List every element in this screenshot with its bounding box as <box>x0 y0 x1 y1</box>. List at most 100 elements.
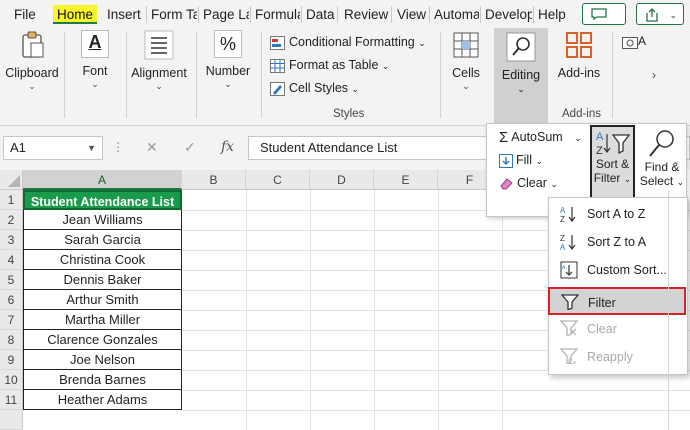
row-header[interactable]: 1 <box>0 190 23 210</box>
cells-button[interactable]: Cells ⌄ <box>446 30 486 92</box>
tab-help[interactable]: Help <box>534 5 570 24</box>
menu-item-custom-sort[interactable]: A Custom Sort... <box>549 256 687 284</box>
enter-check-icon[interactable]: ✓ <box>184 139 196 156</box>
column-header-d[interactable]: D <box>310 170 374 190</box>
addins-button[interactable]: Add-ins <box>554 30 604 80</box>
find-select-button[interactable]: Find & Select ⌄ <box>639 128 685 189</box>
tab-insert[interactable]: Insert <box>103 5 145 24</box>
clear-button[interactable]: Clear ⌄ <box>499 173 558 193</box>
table-cell[interactable]: Sarah Garcia <box>23 230 182 250</box>
tab-view[interactable]: View <box>393 5 430 24</box>
table-cell[interactable]: Jean Williams <box>23 210 182 230</box>
sort-z-a-icon: ZA <box>560 233 582 251</box>
tab-form-tab[interactable]: Form Ta <box>147 5 197 24</box>
column-header-c[interactable]: C <box>246 170 310 190</box>
more-button[interactable]: A <box>622 34 646 49</box>
chevron-down-icon: ⌄ <box>550 179 558 189</box>
percent-icon: % <box>214 30 242 58</box>
row-header[interactable]: 10 <box>0 370 23 390</box>
clipboard-button[interactable]: Clipboard ⌄ <box>4 30 60 92</box>
clipboard-icon <box>17 30 47 60</box>
tab-formulas[interactable]: Formula <box>251 5 300 24</box>
editing-button[interactable]: Editing ⌄ <box>494 28 548 124</box>
row-header[interactable]: 4 <box>0 250 23 270</box>
tab-developer[interactable]: Develop <box>481 5 532 24</box>
cells-label: Cells <box>452 66 480 80</box>
menu-item-clear-filter[interactable]: Clear <box>549 315 687 343</box>
number-button[interactable]: % Number ⌄ <box>202 30 254 90</box>
column-header-e[interactable]: E <box>374 170 438 190</box>
editing-label: Editing <box>501 68 541 82</box>
clipboard-label: Clipboard <box>5 66 59 80</box>
share-button[interactable]: ⌄ <box>636 3 684 25</box>
conditional-formatting-icon <box>270 35 285 50</box>
cancel-icon[interactable]: ✕ <box>146 139 158 156</box>
conditional-formatting-label: Conditional Formatting <box>289 35 415 49</box>
ribbon-scroll-right-icon[interactable]: › <box>652 68 656 82</box>
comments-button[interactable] <box>582 3 626 25</box>
conditional-formatting-button[interactable]: Conditional Formatting ⌄ <box>270 32 426 52</box>
tab-data[interactable]: Data <box>302 5 339 24</box>
clear-filter-icon <box>560 320 578 336</box>
fill-button[interactable]: Fill ⌄ <box>499 150 543 170</box>
sort-filter-button[interactable]: AZ Sort & Filter ⌄ <box>590 125 635 201</box>
table-cell[interactable]: Clarence Gonzales <box>23 330 182 350</box>
tab-file[interactable]: File <box>10 5 40 24</box>
column-header-a[interactable]: A <box>23 170 182 190</box>
row-header[interactable]: 2 <box>0 210 23 230</box>
fill-down-icon <box>499 153 513 168</box>
menu-item-sort-z-a[interactable]: ZA Sort Z to A <box>549 228 687 256</box>
svg-text:A: A <box>560 206 566 215</box>
tab-automate[interactable]: Automa <box>430 5 479 24</box>
tab-review[interactable]: Review <box>340 5 392 24</box>
table-cell[interactable]: Brenda Barnes <box>23 370 182 390</box>
tab-home[interactable]: Home <box>53 5 98 24</box>
cell-styles-button[interactable]: Cell Styles ⌄ <box>270 78 359 98</box>
format-as-table-label: Format as Table <box>289 58 379 72</box>
table-cell[interactable]: Heather Adams <box>23 390 182 410</box>
partial-label: A <box>638 34 647 48</box>
reapply-icon <box>560 348 578 364</box>
chevron-down-icon: ⌄ <box>676 177 685 187</box>
name-box[interactable]: A1 ▼ <box>3 136 103 160</box>
tab-page-layout[interactable]: Page La <box>199 5 249 24</box>
number-label: Number <box>205 64 251 78</box>
svg-text:Z: Z <box>560 215 565 223</box>
menu-item-sort-a-z[interactable]: AZ Sort A to Z <box>549 200 687 228</box>
sort-filter-icon: AZ <box>594 129 632 157</box>
addins-icon <box>564 30 594 60</box>
table-header-cell[interactable]: Student Attendance List <box>23 190 182 210</box>
autosum-button[interactable]: Σ AutoSum ⌄ <box>499 127 582 147</box>
addins-label: Add-ins <box>557 66 601 80</box>
chevron-down-icon: ▼ <box>87 143 96 153</box>
table-cell[interactable]: Dennis Baker <box>23 270 182 290</box>
table-cell[interactable]: Martha Miller <box>23 310 182 330</box>
table-cell[interactable]: Joe Nelson <box>23 350 182 370</box>
format-as-table-button[interactable]: Format as Table ⌄ <box>270 55 389 75</box>
custom-sort-icon: A <box>560 261 578 279</box>
row-header[interactable] <box>0 410 23 430</box>
row-header[interactable]: 7 <box>0 310 23 330</box>
alignment-button[interactable]: Alignment ⌄ <box>130 30 188 92</box>
column-header-b[interactable]: B <box>182 170 246 190</box>
vertical-scrollbar[interactable] <box>668 190 669 430</box>
select-all-corner[interactable] <box>0 170 23 190</box>
row-header[interactable]: 9 <box>0 350 23 370</box>
menu-item-reapply[interactable]: Reapply <box>549 343 687 371</box>
insert-function-icon[interactable]: fx <box>221 139 234 155</box>
row-header[interactable]: 6 <box>0 290 23 310</box>
font-button[interactable]: A Font ⌄ <box>70 30 120 90</box>
row-header[interactable]: 8 <box>0 330 23 350</box>
table-cell[interactable]: Christina Cook <box>23 250 182 270</box>
menu-item-filter[interactable]: Filter <box>548 287 686 315</box>
alignment-icon <box>144 30 174 60</box>
formula-buttons: ✕ ✓ fx <box>130 136 242 160</box>
filter-icon <box>561 294 579 310</box>
chevron-down-icon: ⌄ <box>462 81 470 91</box>
row-header[interactable]: 3 <box>0 230 23 250</box>
chevron-down-icon: ⌄ <box>381 61 390 71</box>
row-header[interactable]: 11 <box>0 390 23 410</box>
table-cell[interactable]: Arthur Smith <box>23 290 182 310</box>
row-header[interactable]: 5 <box>0 270 23 290</box>
chevron-down-icon: ⌄ <box>535 156 543 166</box>
